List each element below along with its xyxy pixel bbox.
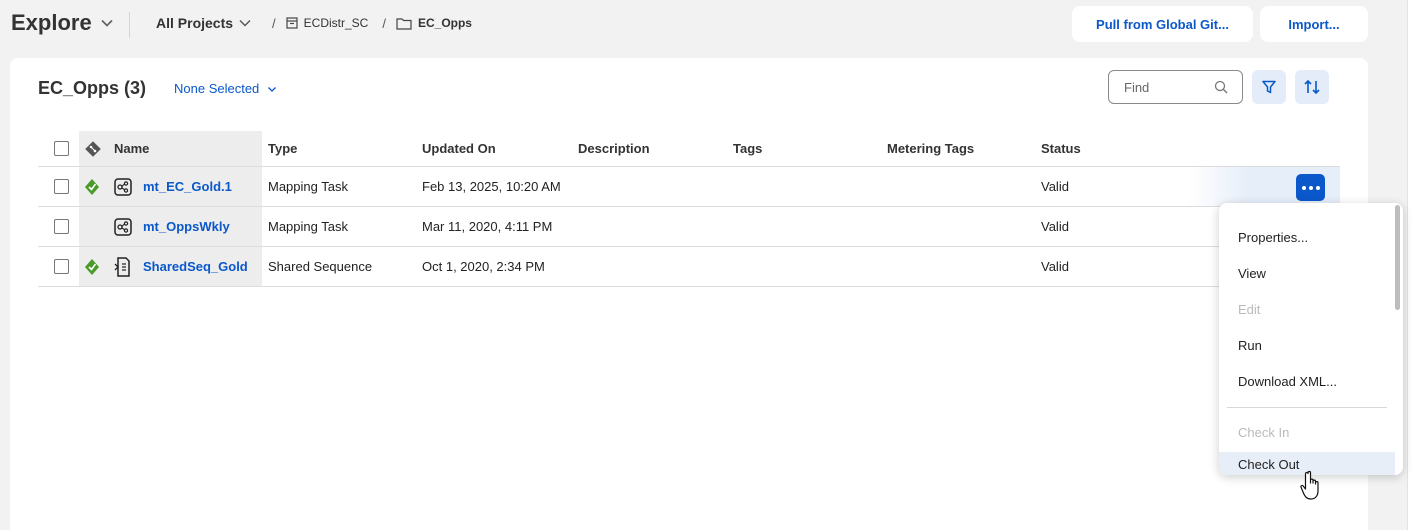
select-all-cell (54, 131, 69, 166)
asset-table: Name Type Updated On Description Tags Me… (38, 131, 1340, 287)
column-status[interactable]: Status (1041, 131, 1081, 166)
updated-cell: Oct 1, 2020, 2:34 PM (422, 259, 545, 274)
column-tags[interactable]: Tags (733, 131, 762, 166)
name-header-cell[interactable]: Name (79, 131, 262, 166)
select-all-checkbox[interactable] (54, 141, 69, 156)
menu-item-check-in: Check In (1238, 424, 1290, 440)
breadcrumb-separator: / (272, 15, 276, 31)
git-column-header (84, 131, 102, 166)
row-checkbox[interactable] (54, 219, 69, 234)
menu-item-run[interactable]: Run (1219, 334, 1395, 356)
asset-name-link[interactable]: mt_EC_Gold.1 (143, 167, 232, 206)
breadcrumb-project-label: ECDistr_SC (303, 16, 369, 30)
folder-title: EC_Opps (3) (38, 78, 147, 98)
menu-item-download-xml[interactable]: Download XML... (1219, 370, 1395, 392)
status-cell: Valid (1041, 179, 1069, 194)
menu-scrollbar[interactable] (1395, 205, 1400, 310)
type-icon-cell (114, 247, 132, 286)
type-icon-cell (114, 207, 132, 246)
breadcrumb-separator: / (382, 15, 386, 31)
type-cell: Mapping Task (268, 179, 348, 194)
breadcrumb-all-projects[interactable]: All Projects (156, 15, 252, 31)
asset-panel: EC_Opps (3) None Selected Name Type Upda… (10, 58, 1368, 530)
chevron-down-icon (239, 20, 251, 27)
row-actions-menu: Properties... View Edit Run Download XML… (1219, 203, 1403, 475)
more-dot (1301, 185, 1306, 190)
table-row[interactable]: mt_EC_Gold.1 Mapping Task Feb 13, 2025, … (38, 167, 1340, 207)
column-updated[interactable]: Updated On (422, 131, 496, 166)
status-cell: Valid (1041, 259, 1069, 274)
right-edge-strip (1407, 0, 1421, 530)
name-cell: mt_OppsWkly (79, 207, 262, 246)
column-name: Name (114, 141, 150, 156)
column-type[interactable]: Type (268, 131, 297, 166)
top-bar: Explore All Projects / ECDistr_SC / EC_O… (0, 0, 1421, 50)
git-status (84, 167, 100, 206)
header-divider (129, 12, 130, 38)
table-row[interactable]: SharedSeq_Gold Shared Sequence Oct 1, 20… (38, 247, 1340, 287)
page-title: Explore (11, 10, 92, 35)
table-header: Name Type Updated On Description Tags Me… (38, 131, 1340, 167)
breadcrumb-root-label: All Projects (156, 15, 234, 31)
column-description[interactable]: Description (578, 131, 650, 166)
table-row[interactable]: mt_OppsWkly Mapping Task Mar 11, 2020, 4… (38, 207, 1340, 247)
folder-icon (396, 17, 412, 30)
row-checkbox[interactable] (54, 259, 69, 274)
row-checkbox[interactable] (54, 179, 69, 194)
pull-from-git-button[interactable]: Pull from Global Git... (1072, 6, 1253, 42)
chevron-down-icon (268, 86, 277, 92)
asset-name-link[interactable]: mt_OppsWkly (143, 207, 230, 246)
mapping-task-icon (114, 177, 132, 196)
row-checkbox-cell (54, 247, 69, 286)
asset-name-link[interactable]: SharedSeq_Gold (143, 247, 248, 286)
find-input[interactable] (1124, 79, 1214, 95)
search-icon (1214, 80, 1228, 94)
chevron-down-icon (101, 19, 113, 27)
git-checked-out-icon (85, 178, 99, 195)
row-checkbox-cell (54, 167, 69, 206)
status-cell: Valid (1041, 219, 1069, 234)
updated-cell: Feb 13, 2025, 10:20 AM (422, 179, 561, 194)
updated-cell: Mar 11, 2020, 4:11 PM (422, 219, 553, 234)
more-dot (1315, 185, 1320, 190)
filter-icon (1262, 80, 1276, 94)
hand-cursor-icon (1300, 470, 1319, 500)
column-metering-tags[interactable]: Metering Tags (887, 131, 974, 166)
row-actions-button[interactable] (1296, 174, 1325, 201)
selection-dropdown[interactable]: None Selected (174, 81, 277, 96)
git-checked-out-icon (85, 258, 99, 275)
sort-button[interactable] (1295, 70, 1329, 104)
row-checkbox-cell (54, 207, 69, 246)
breadcrumb-folder-label: EC_Opps (417, 16, 472, 30)
filter-button[interactable] (1252, 70, 1286, 104)
type-cell: Shared Sequence (268, 259, 373, 274)
name-cell: SharedSeq_Gold (79, 247, 262, 286)
type-icon-cell (114, 167, 132, 206)
sort-icon (1304, 79, 1320, 95)
breadcrumb-folder[interactable]: EC_Opps (396, 16, 472, 30)
project-icon (286, 17, 298, 29)
import-button[interactable]: Import... (1260, 6, 1368, 42)
shared-sequence-icon (114, 256, 130, 277)
git-status (84, 247, 100, 286)
explore-menu[interactable]: Explore (11, 10, 114, 36)
type-cell: Mapping Task (268, 219, 348, 234)
breadcrumb-project[interactable]: ECDistr_SC (286, 16, 369, 30)
find-field[interactable] (1108, 70, 1243, 104)
menu-divider (1227, 407, 1387, 408)
breadcrumb: All Projects / ECDistr_SC / EC_Opps (156, 15, 472, 31)
selection-label: None Selected (174, 81, 260, 96)
mapping-task-icon (114, 217, 132, 236)
git-icon (85, 140, 101, 157)
more-dot (1308, 185, 1313, 190)
menu-item-edit: Edit (1238, 301, 1261, 317)
menu-item-properties[interactable]: Properties... (1219, 226, 1395, 248)
name-cell: mt_EC_Gold.1 (79, 167, 262, 206)
menu-item-view[interactable]: View (1219, 262, 1395, 284)
